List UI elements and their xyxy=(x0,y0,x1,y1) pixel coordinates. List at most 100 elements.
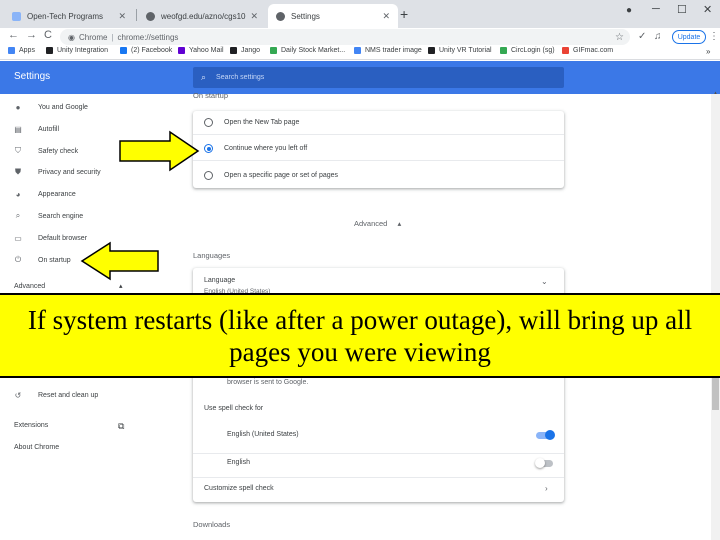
radio-label: Open the New Tab page xyxy=(224,119,300,126)
close-icon[interactable]: ✕ xyxy=(250,11,258,22)
close-icon[interactable]: ✕ xyxy=(382,11,390,22)
tab-title: Open-Tech Programs xyxy=(27,11,104,21)
facebook-icon xyxy=(120,47,127,54)
chart-icon xyxy=(270,47,277,54)
star-icon[interactable]: ☆ xyxy=(615,32,624,43)
bookmark-nms-trader[interactable]: NMS trader image xyxy=(354,47,422,54)
toggle-knob xyxy=(535,458,545,468)
bookmark-label: CircLogin (sg) xyxy=(511,47,555,54)
extensions-icon[interactable]: ✓ xyxy=(638,31,646,42)
site-label: Chrome xyxy=(78,32,108,42)
bookmark-label: Daily Stock Market... xyxy=(281,47,346,54)
bookmark-apps[interactable]: Apps xyxy=(8,47,35,54)
tab-settings[interactable]: Settings ✕ xyxy=(268,4,398,28)
chevron-right-icon: › xyxy=(545,484,548,493)
sidebar-extensions[interactable]: Extensions xyxy=(14,422,48,429)
startup-option-specific-pages[interactable]: Open a specific page or set of pages xyxy=(193,163,564,187)
forward-button[interactable]: → xyxy=(26,29,37,41)
sidebar-item-label: Reset and clean up xyxy=(38,391,99,399)
spell-item-label: English (United States) xyxy=(227,431,299,438)
minimize-button[interactable]: ─ xyxy=(652,3,660,15)
account-icon[interactable]: ● xyxy=(626,5,632,16)
bookmark-unity-integration[interactable]: Unity Integration xyxy=(46,47,108,54)
login-icon xyxy=(500,47,507,54)
languages-heading: Languages xyxy=(193,251,231,260)
bookmark-yahoo-mail[interactable]: Yahoo Mail xyxy=(178,47,224,54)
bookmark-jango[interactable]: Jango xyxy=(230,47,260,54)
sidebar-about-chrome[interactable]: About Chrome xyxy=(14,444,59,451)
unity-icon xyxy=(46,47,53,54)
apps-icon xyxy=(8,47,15,54)
sidebar-item-label: Search engine xyxy=(38,212,84,220)
bookmark-label: Apps xyxy=(19,47,35,54)
more-bookmarks-icon[interactable]: » xyxy=(706,47,710,56)
radio-label: Open a specific page or set of pages xyxy=(224,171,339,179)
chrome-site-icon: ◉ xyxy=(68,32,75,42)
address-url: chrome://settings xyxy=(117,32,179,42)
bookmark-label: Yahoo Mail xyxy=(189,47,224,54)
startup-option-new-tab[interactable]: Open the New Tab page xyxy=(193,111,564,135)
customize-spell-check-row[interactable]: Customize spell check › xyxy=(193,477,564,497)
close-window-button[interactable]: ✕ xyxy=(703,3,712,16)
startup-option-continue[interactable]: Continue where you left off xyxy=(193,137,564,161)
spell-toggle-on[interactable] xyxy=(536,430,555,440)
spell-check-note: browser is sent to Google. xyxy=(227,379,309,386)
advanced-toggle[interactable]: Advanced ▴ xyxy=(354,219,401,228)
gear-icon xyxy=(276,11,285,21)
on-startup-heading: On startup xyxy=(193,91,229,100)
toggle-knob xyxy=(545,430,555,440)
spell-item-english[interactable]: English xyxy=(193,453,564,471)
browser-toolbar: ← → C ◉ Chrome | chrome://settings ☆ ✓ ♫… xyxy=(0,28,720,46)
shield-icon: ⛉ xyxy=(15,146,21,155)
shield-lock-icon: ⛊ xyxy=(15,167,21,176)
radio-button[interactable] xyxy=(204,170,213,180)
bookmarks-bar: Apps Unity Integration (2) Facebook Yaho… xyxy=(0,45,720,60)
spell-toggle-off[interactable] xyxy=(535,458,553,468)
tab-favicon xyxy=(12,11,21,21)
bookmark-label: NMS trader image xyxy=(365,47,422,54)
tab-course-page[interactable]: weofgd.edu/azno/cgs1060/l.c ✕ xyxy=(138,4,266,28)
reload-button[interactable]: C xyxy=(44,29,52,41)
spell-item-english-us[interactable]: English (United States) xyxy=(193,426,564,444)
sidebar-item-label: On startup xyxy=(38,256,71,264)
power-icon: ⏻ xyxy=(14,255,22,264)
tab-title: Settings xyxy=(291,11,320,21)
radio-button-selected[interactable] xyxy=(204,144,213,153)
chevron-up-icon[interactable]: ▴ xyxy=(119,282,123,290)
update-button[interactable]: Update xyxy=(672,30,706,44)
bookmark-circlogin[interactable]: CircLogin (sg) xyxy=(500,47,555,54)
tab-strip: Open-Tech Programs ✕ weofgd.edu/azno/cgs… xyxy=(0,0,720,28)
close-icon[interactable]: ✕ xyxy=(118,11,126,22)
tab-open-tech[interactable]: Open-Tech Programs ✕ xyxy=(4,4,134,28)
tab-title: weofgd.edu/azno/cgs1060/l.c xyxy=(161,11,246,21)
bookmark-label: Unity VR Tutorial xyxy=(439,47,492,54)
clipboard-icon: ▤ xyxy=(14,124,22,134)
radio-button[interactable] xyxy=(204,118,213,127)
address-bar[interactable]: ◉ Chrome | chrome://settings ☆ xyxy=(60,29,630,45)
advanced-label: Advanced xyxy=(354,219,388,228)
sidebar-item-label: Appearance xyxy=(38,190,76,198)
sidebar-advanced[interactable]: Advanced xyxy=(14,283,45,290)
maximize-button[interactable]: ☐ xyxy=(677,3,687,16)
language-row[interactable]: Language English (United States) ⌄ xyxy=(193,268,564,295)
menu-icon[interactable]: ⋮ xyxy=(709,31,719,42)
bookmark-gifmac[interactable]: GIFmac.com xyxy=(562,47,613,54)
bookmark-facebook[interactable]: (2) Facebook xyxy=(120,47,172,54)
person-icon: ● xyxy=(15,102,21,112)
customize-spell-check-label: Customize spell check xyxy=(204,485,274,492)
bookmark-unity-vr[interactable]: Unity VR Tutorial xyxy=(428,47,492,54)
search-settings-input[interactable]: ⌕ Search settings xyxy=(193,67,564,88)
globe-icon xyxy=(146,11,155,21)
chevron-up-icon: ▴ xyxy=(397,219,402,228)
back-button[interactable]: ← xyxy=(8,29,19,41)
new-tab-button[interactable]: + xyxy=(400,6,408,22)
bookmark-stock-market[interactable]: Daily Stock Market... xyxy=(270,47,345,54)
page-title: Settings xyxy=(14,71,51,82)
media-icon[interactable]: ♫ xyxy=(654,31,662,42)
sidebar-item-label: You and Google xyxy=(38,103,88,111)
search-placeholder: Search settings xyxy=(216,74,265,81)
jango-icon xyxy=(230,47,237,54)
sidebar-item-label: Safety check xyxy=(38,147,79,155)
external-link-icon[interactable]: ⧉ xyxy=(118,421,124,432)
tab-separator xyxy=(136,9,137,21)
